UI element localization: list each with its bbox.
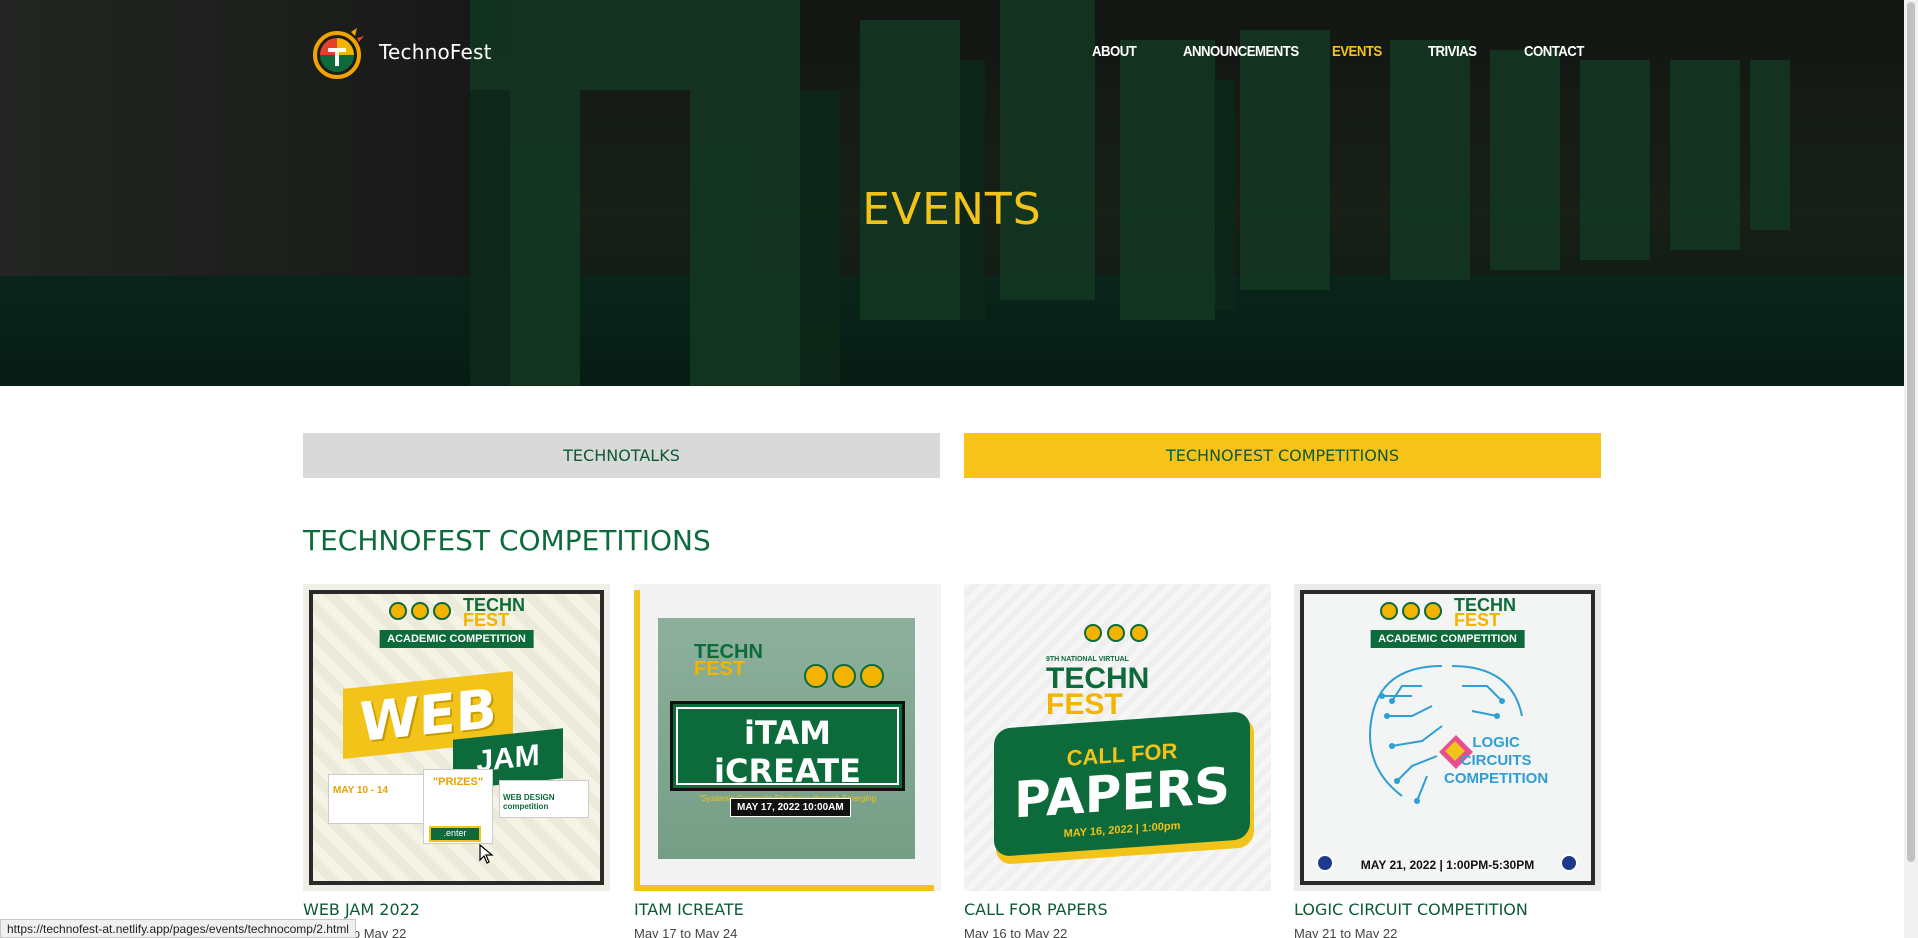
poster-title-line3: COMPETITION [1444,770,1549,787]
seal-icon [804,664,828,688]
tab-technotalks[interactable]: TECHNOTALKS [303,433,940,478]
nav-trivias[interactable]: TRIVIAS [1428,43,1477,60]
nav-about[interactable]: ABOUT [1092,43,1137,60]
poster-accent [634,590,640,891]
poster-accent [634,885,934,891]
seal-icon [1107,624,1125,642]
event-title[interactable]: LOGIC CIRCUIT COMPETITION [1294,900,1528,919]
seal-icon [832,664,856,688]
event-card-call-for-papers[interactable]: 9TH NATIONAL VIRTUAL TECHN FEST CALL FOR … [964,584,1271,938]
poster-when: MAY 17, 2022 10:00AM [730,798,851,817]
seal-icon [411,602,429,620]
hero-banner: TechnoFest ABOUT ANNOUNCEMENTS EVENTS TR… [0,0,1904,386]
org-seal-icon [1560,854,1578,872]
call-for-papers-poster[interactable]: 9TH NATIONAL VIRTUAL TECHN FEST CALL FOR … [964,584,1271,891]
tab-technofest-competitions[interactable]: TECHNOFEST COMPETITIONS [964,433,1601,478]
poster-title: LOGIC CIRCUITS COMPETITION [1444,734,1548,788]
category-panel: WEB DESIGN competition [499,780,589,818]
browser-status-url: https://technofest-at.netlify.app/pages/… [0,919,356,938]
section-title: TECHNOFEST COMPETITIONS [303,524,711,557]
seal-icon [860,664,884,688]
page-scrollbar[interactable] [1904,0,1918,938]
enter-badge: .enter [429,826,481,842]
headline-box: iTAM iCREATE "Systemic Corporate Strateg… [670,701,905,812]
poster-when: MAY 21, 2022 | 1:00PM-5:30PM [1360,858,1535,872]
dates-panel: MAY 10 - 14 [328,774,433,824]
scrollbar-thumb[interactable] [1907,2,1915,862]
event-title[interactable]: ITAM ICREATE [634,900,744,919]
event-card-itam-icreate[interactable]: TECHNFEST iTAM iCREATE "Systemic Corpora… [634,584,941,938]
event-date: May 16 to May 22 [964,926,1068,938]
org-seal-icon [1316,854,1334,872]
seal-icon [1380,602,1398,620]
nav-contact[interactable]: CONTACT [1524,43,1584,60]
seal-icon [1130,624,1148,642]
seal-icon [1084,624,1102,642]
seal-icon [433,602,451,620]
page-title: EVENTS [862,184,1042,235]
technofest-poster-logo: TECHN FEST [694,642,763,680]
academic-competition-badge: ACADEMIC COMPETITION [1370,630,1525,648]
event-date: May 21 to May 22 [1294,926,1398,938]
nav-announcements[interactable]: ANNOUNCEMENTS [1183,43,1299,60]
itam-icreate-poster[interactable]: TECHNFEST iTAM iCREATE "Systemic Corpora… [634,584,941,891]
poster-logo-line2: FEST [1454,610,1501,631]
poster-headline: iTAM iCREATE [714,714,861,790]
event-card-web-jam[interactable]: TECHN FEST ACADEMIC COMPETITION WEB JAM M… [303,584,610,938]
poster-logo-line2: FEST [694,658,746,680]
call-panel: CALL FOR PAPERS MAY 16, 2022 | 1:00pm [994,711,1250,857]
seal-icon [1424,602,1442,620]
poster-title-line1: LOGIC [1472,734,1520,751]
seal-icon [389,602,407,620]
nav-events[interactable]: EVENTS [1332,43,1382,60]
event-title[interactable]: CALL FOR PAPERS [964,900,1108,919]
main-nav: ABOUT ANNOUNCEMENTS EVENTS TRIVIAS CONTA… [0,43,1904,63]
technofest-poster-logo: TECHN FEST [1454,596,1516,631]
academic-competition-badge: ACADEMIC COMPETITION [379,630,534,648]
poster-logo-line2: FEST [463,610,510,631]
web-jam-poster[interactable]: TECHN FEST ACADEMIC COMPETITION WEB JAM M… [303,584,610,891]
technofest-poster-logo: TECHN FEST [1046,664,1149,720]
poster-title-line2: CIRCUITS [1460,752,1532,769]
event-title[interactable]: WEB JAM 2022 [303,900,420,919]
technofest-poster-logo: TECHN FEST [463,596,525,631]
cursor-icon [479,844,494,864]
seal-icon [1402,602,1420,620]
logic-circuit-poster[interactable]: TECHN FEST ACADEMIC COMPETITION LOGIC CIR… [1294,584,1601,891]
poster-logo-line2: FEST [1046,687,1123,721]
event-card-logic-circuit[interactable]: TECHN FEST ACADEMIC COMPETITION LOGIC CIR… [1294,584,1601,938]
event-date: May 17 to May 24 [634,926,738,938]
